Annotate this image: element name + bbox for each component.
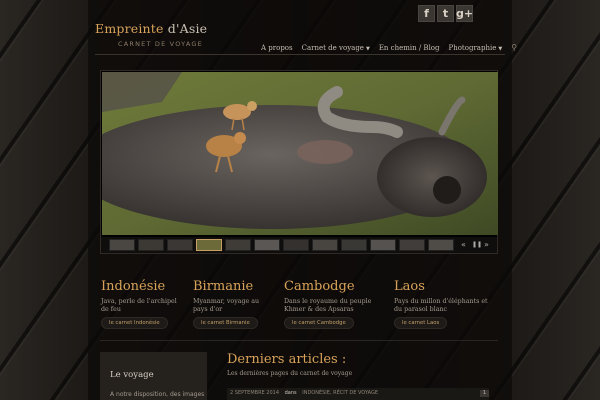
country-cambodge: Cambodge Dans le royaume du peuple Khmer… bbox=[284, 279, 379, 329]
thumbnail[interactable] bbox=[109, 239, 135, 251]
section-divider bbox=[100, 340, 498, 341]
thumbnail-strip: « ❚❚ » bbox=[101, 237, 497, 253]
country-desc: Myanmar, voyage au pays d'or bbox=[193, 298, 260, 313]
sidebar-widget: Le voyage A notre disposition, des image… bbox=[100, 352, 207, 400]
country-indonesie: Indonésie Java, perle de l'archipel de f… bbox=[101, 279, 181, 329]
caret-down-icon: ▼ bbox=[365, 45, 370, 52]
articles-title: Derniers articles : bbox=[227, 352, 347, 367]
caret-down-icon: ▼ bbox=[498, 45, 503, 52]
facebook-icon[interactable]: f bbox=[418, 5, 435, 22]
nav-label: Carnet de voyage bbox=[301, 43, 364, 52]
nav-item-photographie[interactable]: Photographie ▼ bbox=[449, 44, 503, 52]
article-date: 2 SEPTEMBRE 2014 bbox=[230, 390, 280, 396]
thumbnail[interactable] bbox=[138, 239, 164, 251]
thumbnail[interactable] bbox=[167, 239, 193, 251]
pause-icon[interactable]: ❚❚ bbox=[472, 241, 482, 248]
country-title[interactable]: Cambodge bbox=[284, 279, 379, 294]
logo-subtitle: CARNET DE VOYAGE bbox=[118, 40, 203, 48]
nav-label: En chemin / Blog bbox=[378, 43, 440, 52]
country-title[interactable]: Laos bbox=[394, 279, 494, 294]
article-meta-bar: 2 SEPTEMBRE 2014 dans INDONÉSIE, RÉCIT D… bbox=[227, 388, 489, 400]
articles-subtitle: Les dernières pages du carnet de voyage bbox=[227, 370, 353, 377]
thumbnail[interactable] bbox=[283, 239, 309, 251]
slider-photo[interactable] bbox=[102, 72, 498, 235]
image-slider: « ❚❚ » bbox=[100, 70, 498, 254]
thumbnail[interactable] bbox=[370, 239, 396, 251]
social-links: f t g+ bbox=[418, 5, 473, 22]
carnet-cambodge-button[interactable]: le carnet Cambodge bbox=[284, 317, 354, 329]
main-nav: A propos Carnet de voyage ▼ En chemin / B… bbox=[261, 43, 517, 52]
site-logo[interactable]: Empreinte d'Asie CARNET DE VOYAGE bbox=[95, 18, 207, 48]
sidebar-text: A notre disposition, des images bbox=[110, 391, 205, 398]
carnet-indonesie-button[interactable]: le carnet Indonésie bbox=[101, 317, 168, 329]
country-desc: Pays du millon d'éléphants et du parasol… bbox=[394, 298, 488, 313]
nav-label: A propos bbox=[261, 43, 293, 52]
thumbnail-active[interactable] bbox=[196, 239, 222, 251]
country-desc: Java, perle de l'archipel de feu bbox=[101, 298, 177, 313]
country-desc: Dans le royaume du peuple Khmer & des Ap… bbox=[284, 298, 372, 313]
search-icon[interactable]: ⚲ bbox=[511, 43, 517, 52]
googleplus-icon[interactable]: g+ bbox=[456, 5, 473, 22]
article-dans: dans bbox=[284, 390, 297, 396]
country-laos: Laos Pays du millon d'éléphants et du pa… bbox=[394, 279, 494, 329]
thumbnail[interactable] bbox=[225, 239, 251, 251]
nav-item-carnet[interactable]: Carnet de voyage ▼ bbox=[302, 44, 370, 52]
nav-item-blog[interactable]: En chemin / Blog bbox=[379, 44, 440, 52]
thumbnail[interactable] bbox=[312, 239, 338, 251]
thumbnail[interactable] bbox=[254, 239, 280, 251]
country-birmanie: Birmanie Myanmar, voyage au pays d'or le… bbox=[193, 279, 273, 329]
carnet-birmanie-button[interactable]: le carnet Birmanie bbox=[193, 317, 258, 329]
thumbnail[interactable] bbox=[341, 239, 367, 251]
nav-item-apropos[interactable]: A propos bbox=[261, 44, 293, 52]
next-icon[interactable]: » bbox=[484, 240, 489, 249]
country-title[interactable]: Indonésie bbox=[101, 279, 181, 294]
carnet-laos-button[interactable]: le carnet Laos bbox=[394, 317, 448, 329]
sidebar-heading: Le voyage bbox=[110, 370, 154, 380]
comment-count-badge[interactable]: 1 bbox=[480, 390, 489, 397]
article-category[interactable]: INDONÉSIE, RÉCIT DE VOYAGE bbox=[302, 390, 378, 396]
logo-accent-text: d'Asie bbox=[163, 21, 208, 36]
buffalo-photo bbox=[102, 72, 498, 235]
thumbnail[interactable] bbox=[428, 239, 454, 251]
header-divider bbox=[95, 54, 505, 55]
logo-main-text: Empreinte bbox=[95, 21, 164, 36]
nav-label: Photographie bbox=[448, 43, 497, 52]
prev-icon[interactable]: « bbox=[461, 240, 466, 249]
thumbnail[interactable] bbox=[399, 239, 425, 251]
twitter-icon[interactable]: t bbox=[437, 5, 454, 22]
article-meta: 2 SEPTEMBRE 2014 dans INDONÉSIE, RÉCIT D… bbox=[230, 390, 378, 396]
logo-title: Empreinte d'Asie bbox=[95, 21, 207, 36]
country-title[interactable]: Birmanie bbox=[193, 279, 273, 294]
